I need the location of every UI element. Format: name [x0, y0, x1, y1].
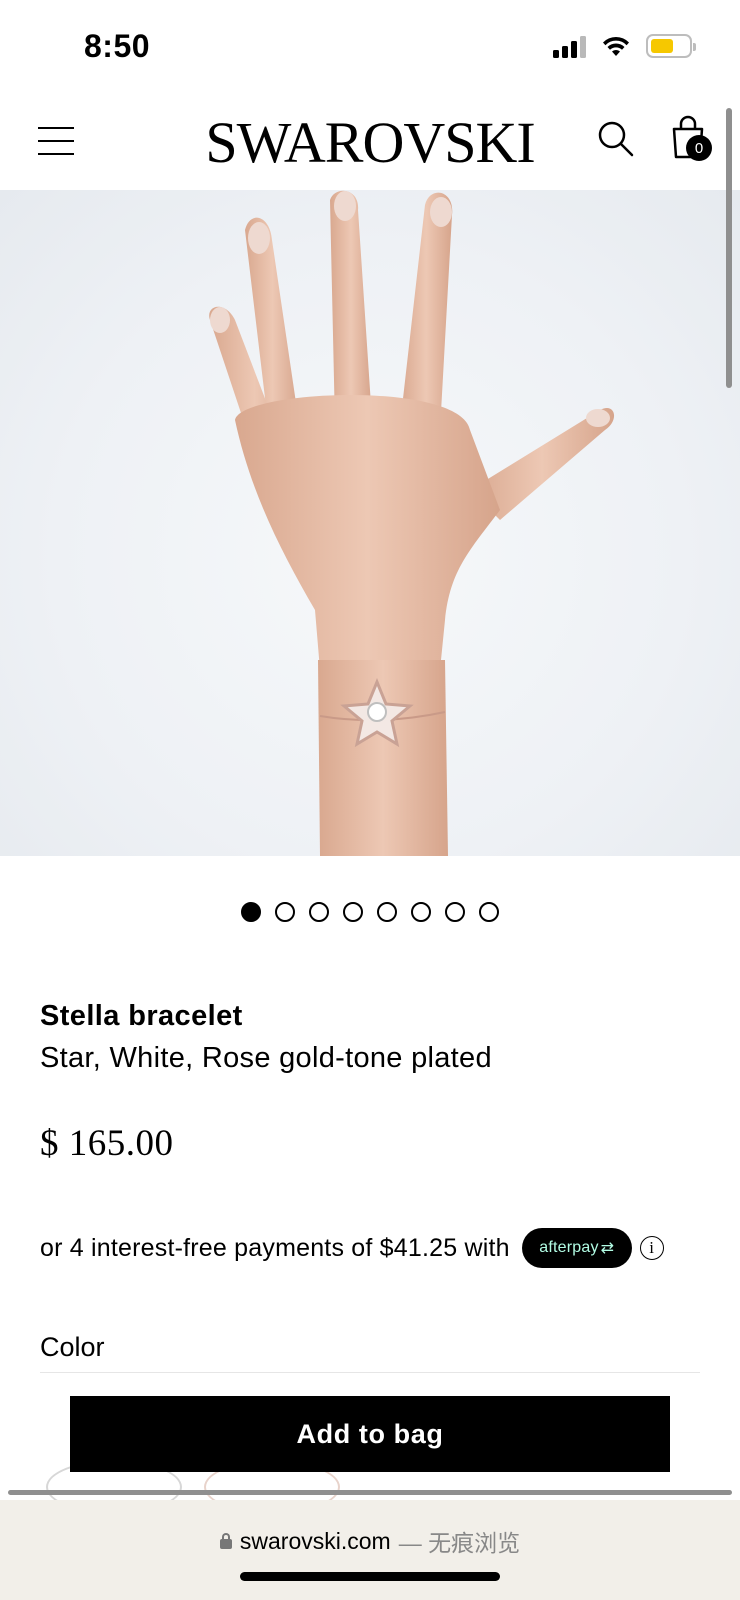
afterpay-label: afterpay: [539, 1239, 599, 1256]
info-icon[interactable]: i: [639, 1236, 664, 1260]
status-icons: [553, 34, 696, 58]
cellular-signal-icon: [553, 34, 586, 58]
carousel-dot[interactable]: [275, 902, 295, 922]
add-to-bag-button[interactable]: Add to bag: [70, 1396, 670, 1472]
carousel-dot[interactable]: [343, 902, 363, 922]
product-image[interactable]: [0, 190, 740, 856]
afterpay-badge[interactable]: afterpay ⇄: [521, 1228, 632, 1268]
product-name: Stella bracelet: [40, 1000, 243, 1032]
color-label: Color: [40, 1332, 105, 1362]
wifi-icon: [603, 36, 629, 56]
vertical-scrollbar[interactable]: [726, 108, 732, 388]
search-icon[interactable]: [596, 119, 636, 159]
lock-icon: [219, 1533, 232, 1549]
carousel-dot[interactable]: [445, 902, 465, 922]
private-browsing-label: — 无痕浏览: [398, 1530, 521, 1556]
url-display[interactable]: swarovski.com — 无痕浏览: [0, 1524, 740, 1558]
carousel-dot[interactable]: [479, 902, 499, 922]
carousel-dot[interactable]: [377, 902, 397, 922]
installment-info: or 4 interest-free payments of $41.25 wi…: [40, 1228, 664, 1268]
horizontal-scrollbar[interactable]: [8, 1490, 732, 1495]
product-description: Star, White, Rose gold-tone plated: [40, 1042, 492, 1074]
status-bar: 8:50: [0, 0, 740, 95]
afterpay-arrows-icon: ⇄: [600, 1240, 615, 1257]
carousel-dot[interactable]: [241, 902, 261, 922]
installment-text: or 4 interest-free payments of $41.25 wi…: [40, 1233, 510, 1262]
product-price: $ 165.00: [40, 1123, 174, 1164]
carousel-dot[interactable]: [411, 902, 431, 922]
status-time: 8:50: [84, 28, 151, 64]
bag-count-badge: 0: [686, 135, 712, 161]
home-indicator[interactable]: [240, 1572, 500, 1581]
url-domain: swarovski.com: [239, 1527, 391, 1554]
divider: [40, 1372, 700, 1373]
hand-with-bracelet-image: [209, 190, 615, 856]
carousel-dot[interactable]: [309, 902, 329, 922]
site-header: SWAROVSKI 0: [0, 95, 740, 190]
browser-url-bar[interactable]: swarovski.com — 无痕浏览: [0, 1500, 740, 1600]
battery-icon: [646, 34, 696, 58]
carousel-pagination: [0, 902, 740, 922]
